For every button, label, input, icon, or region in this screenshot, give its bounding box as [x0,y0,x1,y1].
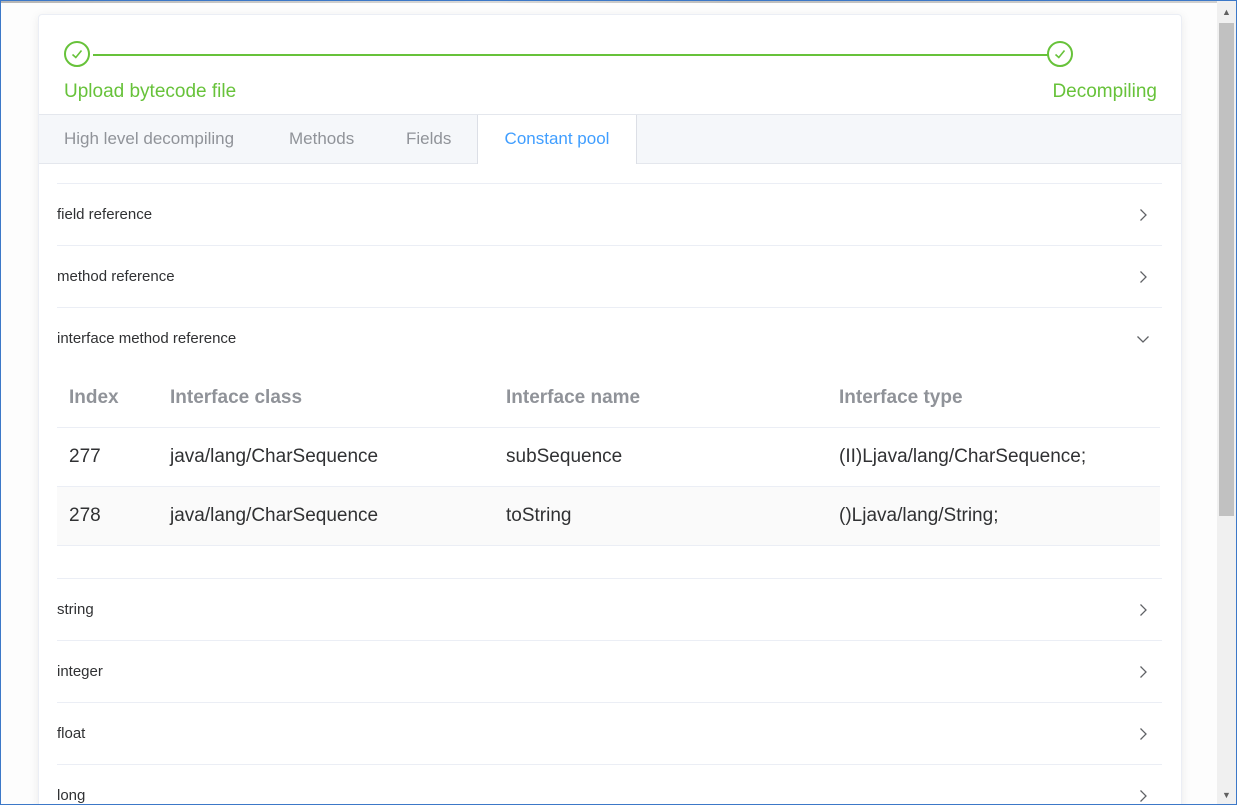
table-row: 278 java/lang/CharSequence toString ()Lj… [57,486,1160,546]
top-edge [1,1,1217,3]
collapse-item-long: long [57,765,1162,804]
collapse-item-integer: integer [57,641,1162,703]
cell-interface-type: ()Ljava/lang/String; [827,486,1160,546]
step-1-title: Upload bytecode file [64,81,237,102]
collapse-label: float [57,725,86,742]
step-1-check-icon [64,41,90,67]
collapse-item-field-reference: field reference [57,184,1162,246]
step-2-title: Decompiling [1052,81,1157,102]
browser-viewport: Upload bytecode file Decompiling High le… [0,0,1237,805]
vertical-scrollbar[interactable]: ▲ ▼ [1217,1,1236,804]
scroll-down-arrow-icon[interactable]: ▼ [1217,786,1236,804]
chevron-right-icon [1136,765,1150,804]
column-header-interface-type: Interface type [827,369,1160,428]
table-row: 277 java/lang/CharSequence subSequence (… [57,427,1160,487]
decompiler-card: Upload bytecode file Decompiling High le… [38,14,1182,804]
collapse-label: method reference [57,268,175,285]
cell-index: 278 [57,486,158,546]
column-header-interface-class: Interface class [158,369,494,428]
cell-interface-name: toString [494,486,827,546]
tab-constant-pool[interactable]: Constant pool [477,115,637,164]
chevron-right-icon [1136,246,1150,307]
cell-interface-class: java/lang/CharSequence [158,427,494,487]
cell-interface-name: subSequence [494,427,827,487]
chevron-right-icon [1136,184,1150,245]
collapse-header-field-reference[interactable]: field reference [57,184,1162,245]
collapse-label: interface method reference [57,330,237,347]
tab-bar: High level decompiling Methods Fields Co… [39,114,1181,164]
step-2-check-icon [1047,41,1073,67]
tab-methods[interactable]: Methods [289,115,354,163]
table-header-row: Index Interface class Interface name Int… [57,369,1160,428]
collapse-label: long [57,787,86,804]
collapse-header-string[interactable]: string [57,579,1162,640]
chevron-right-icon [1136,579,1150,640]
collapse-item-float: float [57,703,1162,765]
chevron-right-icon [1136,703,1150,764]
column-header-index: Index [57,369,158,428]
collapse-item-interface-method-reference: interface method reference Index Interfa… [57,308,1162,579]
scrollbar-thumb[interactable] [1219,23,1234,516]
collapse-header-method-reference[interactable]: method reference [57,246,1162,307]
collapse-header-float[interactable]: float [57,703,1162,764]
column-header-interface-name: Interface name [494,369,827,428]
collapse-label: string [57,601,94,618]
collapse-header-interface-method-reference[interactable]: interface method reference [57,308,1162,369]
steps-progress-line [93,54,1048,56]
collapse-header-integer[interactable]: integer [57,641,1162,702]
chevron-down-icon [1136,308,1150,369]
scroll-up-arrow-icon[interactable]: ▲ [1217,3,1236,21]
collapse-label: field reference [57,206,153,223]
collapse-item-method-reference: method reference [57,246,1162,308]
interface-method-table: Index Interface class Interface name Int… [57,369,1160,546]
tab-high-level-decompiling[interactable]: High level decompiling [64,115,234,163]
cell-interface-class: java/lang/CharSequence [158,486,494,546]
cell-interface-type: (II)Ljava/lang/CharSequence; [827,427,1160,487]
constant-pool-collapse: field reference method reference interfa… [57,183,1162,804]
collapse-label: integer [57,663,103,680]
interface-method-table-wrap: Index Interface class Interface name Int… [57,369,1162,578]
tab-fields[interactable]: Fields [406,115,451,163]
collapse-header-long[interactable]: long [57,765,1162,804]
collapse-item-string: string [57,579,1162,641]
chevron-right-icon [1136,641,1150,702]
cell-index: 277 [57,427,158,487]
